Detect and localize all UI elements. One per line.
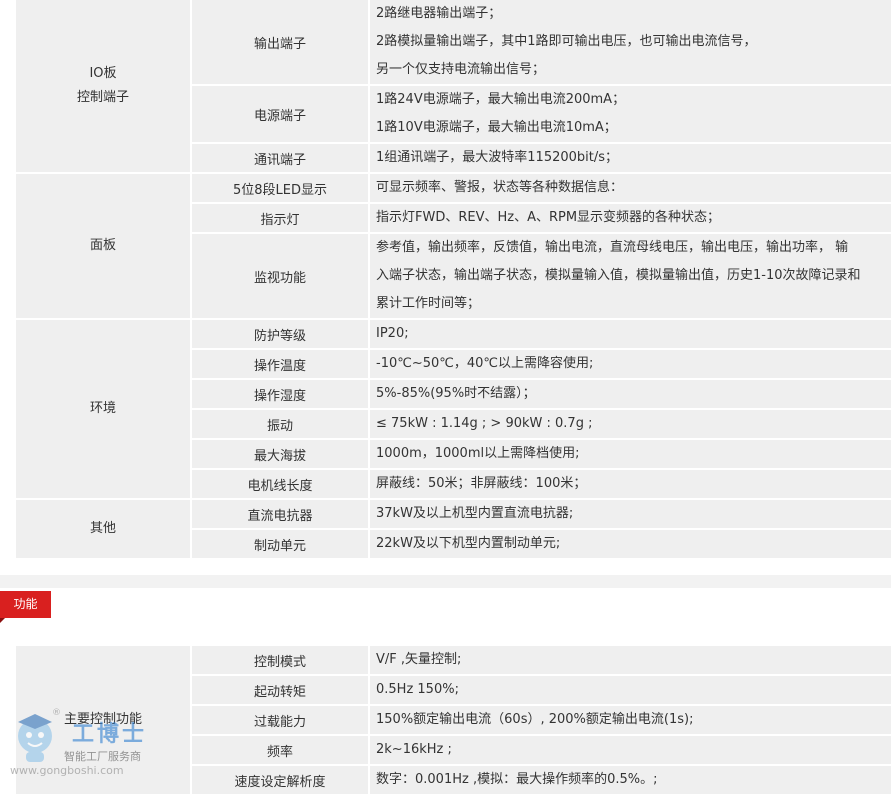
item-label: 输出端子 [191,0,370,85]
table-row: 主要控制功能 控制模式 V/F ,矢量控制; [16,646,891,794]
spec-panel-top: IO板 控制端子 输出端子 2路继电器输出端子； 2路模拟量输出端子，其中1路即可输出电… [0,0,891,575]
section-tag-function: 功能 [0,591,51,623]
category-cell: 环境 [16,318,192,499]
item-label: 通讯端子 [191,142,370,173]
watermark-logo: ® 工博士 智能工厂服务商 www.gongboshi.com [8,708,178,788]
category-cell: 其他 [16,498,192,558]
value-line: 150%额定输出电流（60s）, 200%额定输出电流(1s); [376,712,694,727]
value-line: 可显示频率、警报，状态等各种数据信息： [376,180,624,195]
item-value: 参考值，输出频率，反馈值，输出电流，直流母线电压，输出电压，输出功率， 输入端子… [369,232,891,319]
item-value: 37kW及以上机型内置直流电抗器; [369,498,891,529]
value-line: 累计工作时间等； [376,296,481,311]
category-label: 面板 [89,238,116,253]
item-label: 操作湿度 [191,378,370,409]
table-row: 环境 防护等级 IP20; [16,318,891,499]
item-value: V/F ,矢量控制; [369,646,891,675]
item-value: 2路继电器输出端子； 2路模拟量输出端子，其中1路即可输出电压，也可输出电流信号，… [369,0,891,85]
item-value: 1组通讯端子，最大波特率115200bit/s； [369,142,891,173]
value-line: 1000m，1000ml以上需降档使用; [376,446,580,461]
value-line: 屏蔽线：50米；非屏蔽线：100米； [376,476,587,491]
value-line: 1路10V电源端子，最大输出电流10mA； [376,120,617,135]
value-line: 22kW及以下机型内置制动单元; [376,536,561,551]
item-value: 屏蔽线：50米；非屏蔽线：100米； [369,468,891,499]
category-cell: IO板控制端子 [16,0,192,173]
item-label: 最大海拔 [191,438,370,469]
item-label: 控制模式 [191,646,370,675]
value-line: IP20; [376,326,409,341]
value-line: 1组通讯端子，最大波特率115200bit/s； [376,150,619,165]
value-line: V/F ,矢量控制; [376,652,462,667]
item-label: 电源端子 [191,84,370,143]
item-value: 1000m，1000ml以上需降档使用; [369,438,891,469]
value-line: 2路继电器输出端子； [376,6,502,21]
item-value: 150%额定输出电流（60s）, 200%额定输出电流(1s); [369,704,891,735]
value-line: 37kW及以上机型内置直流电抗器; [376,506,574,521]
spec-table-top: IO板 控制端子 输出端子 2路继电器输出端子； 2路模拟量输出端子，其中1路即可输出电… [16,0,891,558]
category-label: IO板 [89,66,117,81]
item-label: 电机线长度 [191,468,370,499]
value-line: 5%-85%(95%时不结露）； [376,386,536,401]
value-line: ≤ 75kW : 1.14g ; > 90kW : 0.7g ; [376,416,593,431]
item-value: 1路24V电源端子，最大输出电流200mA； 1路10V电源端子，最大输出电流10… [369,84,891,143]
category-cell: 面板 [16,172,192,319]
item-value: 可显示频率、警报，状态等各种数据信息： [369,172,891,203]
item-label: 直流电抗器 [191,498,370,529]
category-label: 环境 [89,401,116,416]
watermark-url: www.gongboshi.com [10,764,124,777]
value-line: -10℃~50℃，40℃以上需降容使用; [376,356,594,371]
value-line: 1路24V电源端子，最大输出电流200mA； [376,92,626,107]
category-label: 控制端子 [76,90,129,105]
registered-mark: ® [52,708,61,718]
value-line: 参考值，输出频率，反馈值，输出电流，直流母线电压，输出电压，输出功率， 输 [376,240,849,255]
item-label: 操作温度 [191,348,370,379]
item-label: 指示灯 [191,202,370,233]
item-value: 0.5Hz 150%; [369,674,891,705]
item-label: 振动 [191,408,370,439]
value-line: 2k~16kHz ; [376,742,452,757]
item-value: 2k~16kHz ; [369,734,891,765]
item-value: IP20; [369,318,891,349]
mascot-icon [18,714,52,762]
item-value: -10℃~50℃，40℃以上需降容使用; [369,348,891,379]
item-label: 监视功能 [191,232,370,319]
value-line: 另一个仅支持电流输出信号； [376,62,546,77]
item-value: 5%-85%(95%时不结露）； [369,378,891,409]
watermark-title: 工博士 [72,721,148,747]
value-line: 入端子状态，输出端子状态，模拟量输入值，模拟量输出值，历史1-10次故障记录和 [376,268,861,283]
value-line: 0.5Hz 150%; [376,682,459,697]
item-label: 制动单元 [191,528,370,558]
table-row: 其他 直流电抗器 37kW及以上机型内置直流电抗器; [16,498,891,558]
watermark-subtitle: 智能工厂服务商 [64,750,141,763]
category-label: 其他 [89,521,116,536]
item-value: ≤ 75kW : 1.14g ; > 90kW : 0.7g ; [369,408,891,439]
item-value: 22kW及以下机型内置制动单元; [369,528,891,558]
item-label: 过载能力 [191,704,370,735]
table-row: 面板 5位8段LED显示 可显示频率、警报，状态等各种数据信息： [16,172,891,319]
section-gap [0,575,891,588]
item-label: 起动转矩 [191,674,370,705]
item-value: 指示灯FWD、REV、Hz、A、RPM显示变频器的各种状态； [369,202,891,233]
item-label: 频率 [191,734,370,765]
value-line: 指示灯FWD、REV、Hz、A、RPM显示变频器的各种状态； [376,210,721,225]
item-label: 防护等级 [191,318,370,349]
value-line: 2路模拟量输出端子，其中1路即可输出电压，也可输出电流信号， [376,34,757,49]
table-row: IO板 控制端子 输出端子 2路继电器输出端子； 2路模拟量输出端子，其中1路即可输出电… [16,0,891,173]
item-label: 5位8段LED显示 [191,172,370,203]
